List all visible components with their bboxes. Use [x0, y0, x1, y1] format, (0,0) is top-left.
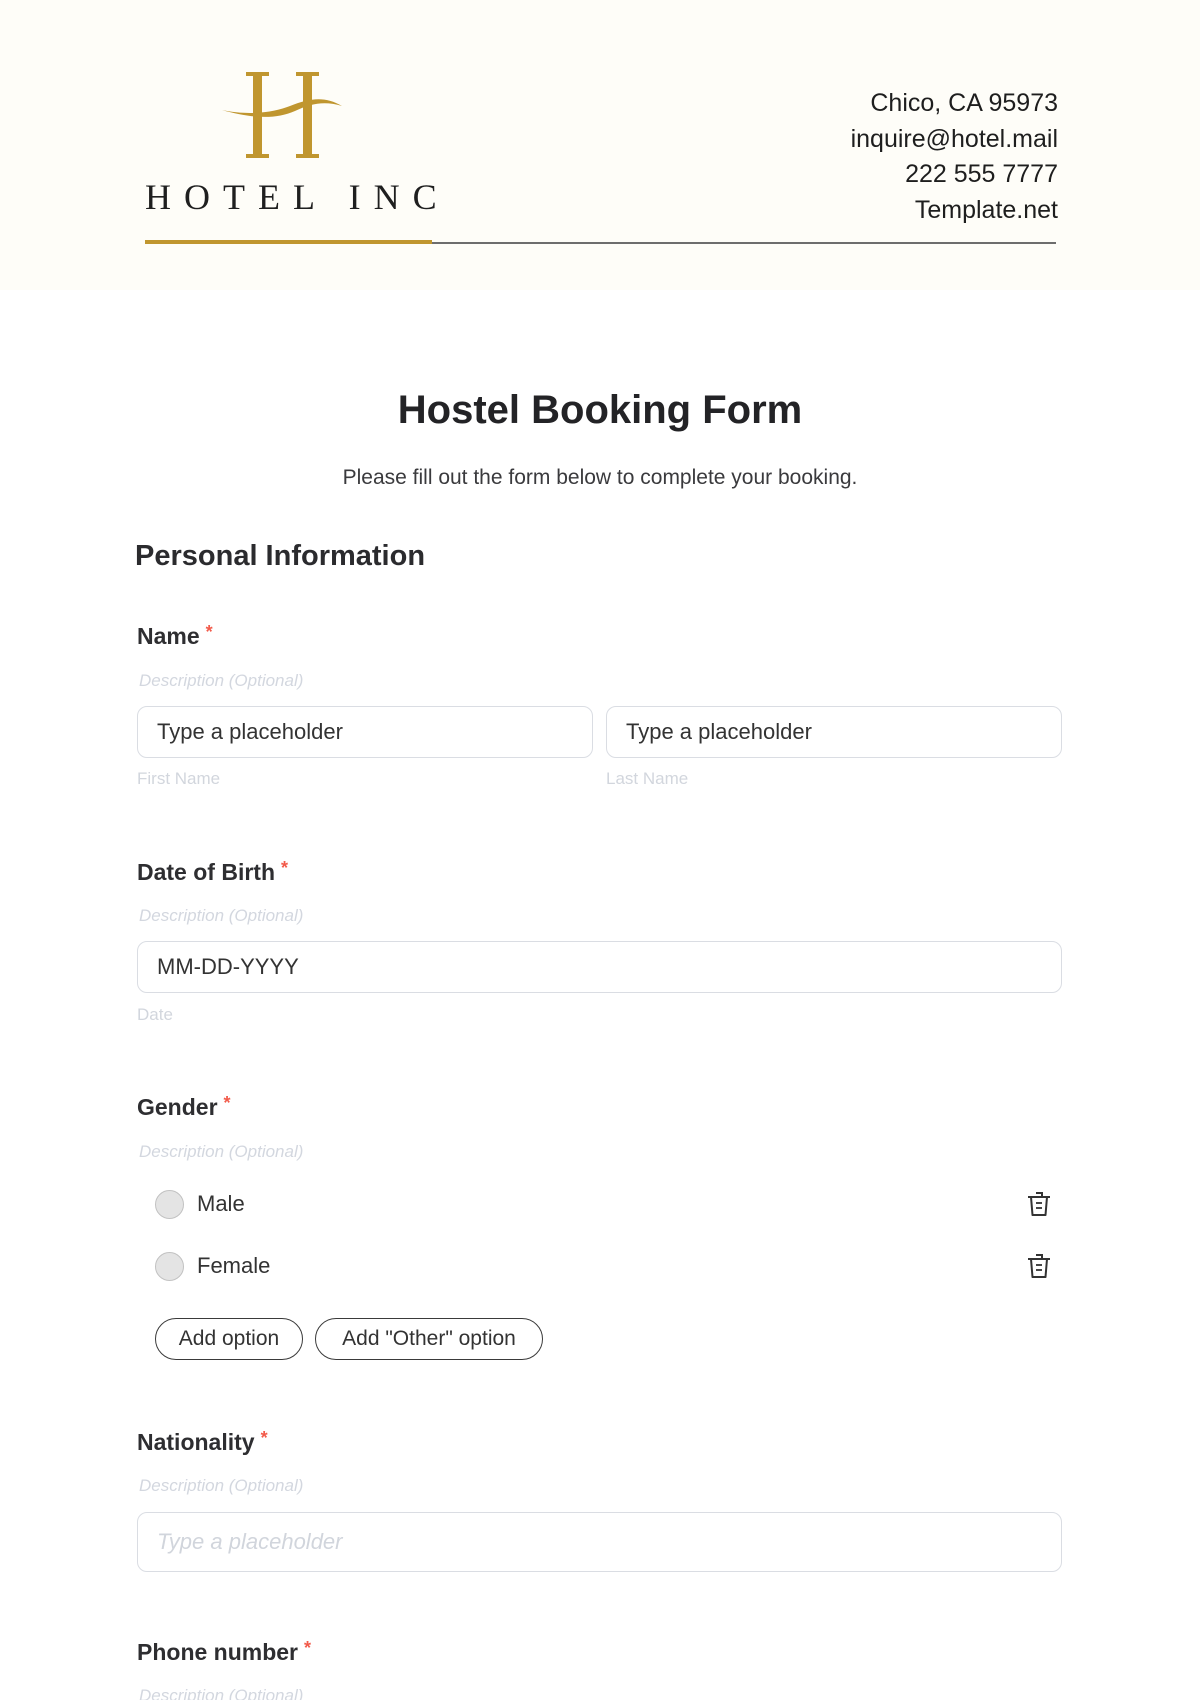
contact-phone: 222 555 7777 — [905, 160, 1058, 188]
nationality-label: Nationality * — [137, 1428, 268, 1456]
name-description[interactable]: Description (Optional) — [139, 671, 303, 691]
section-title: Personal Information — [135, 540, 426, 572]
phone-label: Phone number * — [137, 1638, 311, 1666]
dob-input[interactable]: MM-DD-YYYY — [137, 941, 1062, 993]
name-label: Name * — [137, 622, 213, 650]
form-title: Hostel Booking Form — [397, 388, 803, 432]
dob-description[interactable]: Description (Optional) — [139, 906, 303, 926]
logo-text: HOTEL INC — [145, 177, 450, 217]
first-name-sublabel: First Name — [137, 769, 221, 788]
contact-website: Template.net — [914, 195, 1058, 224]
hotel-h-logo-icon — [222, 72, 342, 158]
radio-label[interactable]: Female — [197, 1253, 270, 1279]
required-marker: * — [281, 858, 289, 878]
phone-description[interactable]: Description (Optional) — [139, 1686, 303, 1700]
required-marker: * — [223, 1093, 231, 1113]
required-marker: * — [205, 622, 213, 642]
nationality-description[interactable]: Description (Optional) — [139, 1476, 303, 1496]
header-rule — [432, 242, 1056, 244]
dob-label: Date of Birth * — [137, 858, 288, 886]
gender-label: Gender * — [137, 1093, 231, 1121]
name-label-text: Name — [137, 623, 200, 649]
contact-block: Chico, CA 95973 inquire@hotel.mail 222 5… — [851, 86, 1058, 228]
radio-button[interactable] — [155, 1189, 184, 1219]
trash-icon[interactable] — [1026, 1252, 1052, 1280]
phone-label-text: Phone number — [137, 1639, 299, 1665]
form-subtitle: Please fill out the form below to comple… — [342, 466, 858, 489]
radio-option-male[interactable]: Male — [155, 1188, 245, 1220]
contact-email: inquire@hotel.mail — [850, 124, 1058, 153]
dob-sublabel: Date — [137, 1005, 173, 1024]
contact-address: Chico, CA 95973 — [870, 89, 1058, 117]
letterhead: HOTEL INC Chico, CA 95973 inquire@hotel.… — [0, 0, 1200, 290]
radio-option-female[interactable]: Female — [155, 1250, 270, 1282]
last-name-input[interactable]: Type a placeholder — [606, 706, 1062, 758]
required-marker: * — [304, 1638, 312, 1658]
radio-button[interactable] — [155, 1251, 184, 1281]
radio-label[interactable]: Male — [197, 1191, 245, 1217]
add-option-button[interactable]: Add option — [155, 1318, 303, 1360]
first-name-input[interactable]: Type a placeholder — [137, 706, 593, 758]
hotel-logo: HOTEL INC — [145, 70, 450, 220]
required-marker: * — [260, 1428, 268, 1448]
dob-label-text: Date of Birth — [137, 859, 275, 885]
add-other-option-button[interactable]: Add "Other" option — [315, 1318, 543, 1360]
header-rule-accent — [145, 240, 432, 244]
nationality-input[interactable]: Type a placeholder — [137, 1512, 1062, 1572]
gender-label-text: Gender — [137, 1094, 218, 1120]
trash-icon[interactable] — [1026, 1190, 1052, 1218]
nationality-label-text: Nationality — [137, 1429, 255, 1455]
gender-description[interactable]: Description (Optional) — [139, 1142, 303, 1162]
last-name-sublabel: Last Name — [606, 769, 689, 788]
